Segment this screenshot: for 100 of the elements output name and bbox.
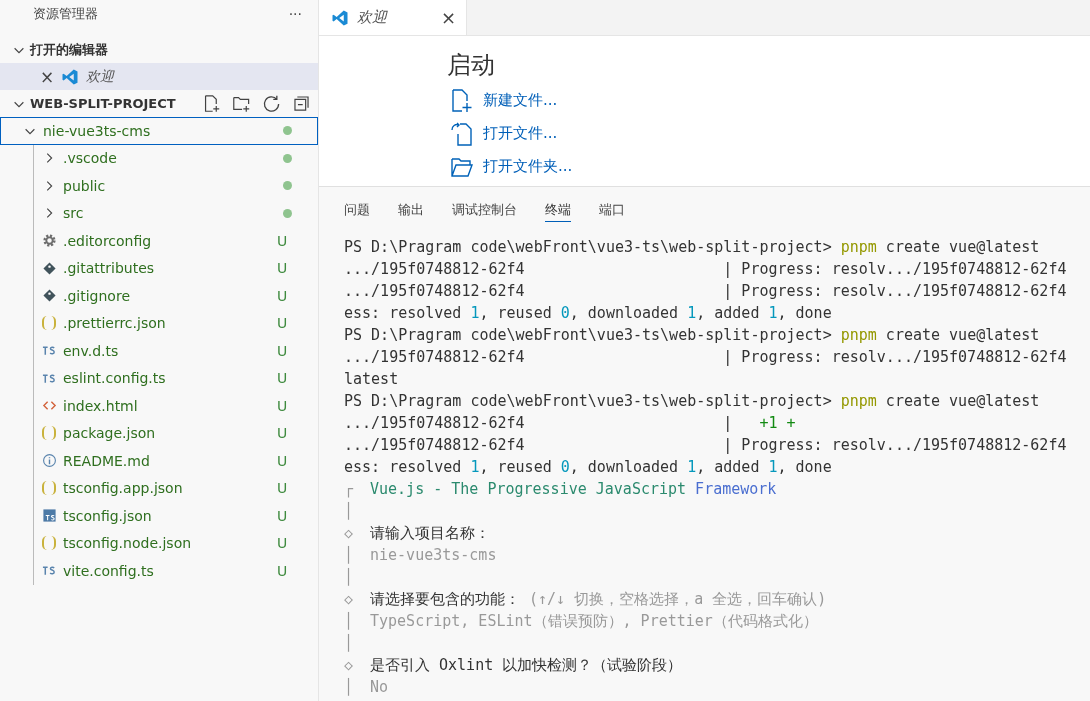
untracked-status: U — [277, 342, 289, 359]
prompt-gutter-mark: ◇ — [344, 655, 355, 676]
terminal-text: 0 — [560, 304, 570, 322]
tree-item[interactable]: src — [34, 199, 318, 227]
open-editor-item[interactable]: × 欢迎 — [0, 63, 318, 90]
terminal-text: 请选择要包含的功能： — [370, 590, 521, 608]
terminal-text: , added — [696, 458, 761, 476]
editor-logo-icon — [61, 67, 80, 86]
terminal-text: ess: resolved — [344, 458, 463, 476]
prompt-gutter-mark: │ — [344, 611, 355, 632]
terminal-text: 1 — [470, 304, 480, 322]
tree-item[interactable]: nie-vue3ts-cms — [0, 117, 318, 145]
tree-item[interactable]: .vscode — [34, 144, 318, 172]
untracked-status: U — [277, 370, 289, 387]
terminal-text: .../195f0748812-62f4 | — [344, 414, 734, 432]
panel-tab[interactable]: 问题 — [344, 201, 370, 221]
terminal-text: 1 — [470, 458, 480, 476]
tree-item[interactable]: vite.config.ts U — [34, 557, 318, 585]
tree-item[interactable]: env.d.ts U — [34, 337, 318, 365]
open-file-icon — [451, 121, 473, 146]
refresh-icon[interactable] — [262, 94, 281, 113]
terminal-text: , added — [696, 304, 761, 322]
tree-item[interactable]: tsconfig.node.json U — [34, 529, 318, 557]
start-heading: 启动 — [447, 50, 496, 80]
terminal-text: 1 — [687, 458, 697, 476]
start-link[interactable]: 打开文件夹... — [483, 157, 573, 176]
terminal-text: create vue@latest — [884, 326, 1040, 344]
editor-logo-icon — [331, 8, 349, 27]
terminal-text: , done — [777, 304, 832, 322]
untracked-status: U — [277, 535, 289, 552]
prompt-gutter-mark: ┌ — [344, 479, 355, 500]
info-icon — [41, 453, 57, 469]
new-file-icon[interactable] — [202, 94, 221, 113]
prompt-gutter-mark: │ — [344, 567, 355, 588]
untracked-status: U — [277, 507, 289, 524]
terminal-text: latest — [344, 370, 399, 388]
start-link[interactable]: 新建文件... — [483, 91, 558, 110]
terminal-text: TypeScript, ESLint（错误预防）, Prettier（代码格式化） — [370, 612, 818, 630]
terminal-text: .../195f0748812-62f4 | Progress: resolv.../195f0748812-62f4 — [344, 260, 1067, 278]
terminal-text: Framework — [695, 480, 777, 498]
prompt-gutter-mark: ◇ — [344, 523, 355, 544]
explorer-title: 资源管理器 — [33, 5, 98, 23]
close-icon[interactable]: × — [440, 7, 456, 28]
panel-tab[interactable]: 输出 — [398, 201, 424, 221]
tree-item[interactable]: package.json U — [34, 419, 318, 447]
terminal-text: 是否引入 Oxlint 以加快检测？（试验阶段） — [370, 656, 683, 674]
terminal-text: nie-vue3ts-cms — [370, 546, 497, 564]
panel-tab[interactable]: 调试控制台 — [452, 201, 517, 221]
prompt-gutter-mark: │ — [344, 501, 355, 522]
terminal-text: pnpm — [840, 392, 877, 410]
new-folder-icon[interactable] — [232, 94, 251, 113]
tree-item[interactable]: tsconfig.app.json U — [34, 474, 318, 502]
tree-item[interactable]: tsconfig.json U — [34, 502, 318, 530]
open-editors-header[interactable]: 打开的编辑器 — [0, 36, 318, 63]
panel-tab[interactable]: 终端 — [545, 201, 571, 222]
start-link[interactable]: 打开文件... — [483, 124, 558, 143]
diamond-icon — [41, 260, 57, 276]
terminal-text: (↑/↓ 切换，空格选择，a 全选，回车确认) — [529, 590, 827, 608]
prompt-gutter-mark: │ — [344, 633, 355, 654]
prompt-gutter-mark: ◇ — [344, 589, 355, 610]
terminal-text: .../195f0748812-62f4 | Progress: resolv.../195f0748812-62f4 — [344, 436, 1067, 454]
terminal-text: 1 — [687, 304, 697, 322]
more-actions-button[interactable]: ··· — [288, 6, 302, 22]
untracked-status: U — [277, 315, 289, 332]
collapse-all-icon[interactable] — [292, 94, 311, 113]
tree-item[interactable]: public — [34, 172, 318, 200]
ts-config-icon — [41, 508, 57, 524]
terminal-text: .../195f0748812-62f4 | Progress: resolv.../195f0748812-62f4 — [344, 282, 1067, 300]
terminal-text: , downloaded — [569, 304, 680, 322]
tree-item[interactable]: .gitignore U — [34, 282, 318, 310]
untracked-status: U — [277, 562, 289, 579]
tree-item[interactable]: .gitattributes U — [34, 254, 318, 282]
editor-tab[interactable]: 欢迎 × — [319, 0, 467, 35]
new-file-icon — [451, 88, 473, 113]
terminal-text: pnpm — [840, 238, 877, 256]
diamond-icon — [41, 288, 57, 304]
terminal-text: create vue@latest — [884, 392, 1040, 410]
close-icon[interactable]: × — [40, 66, 55, 87]
terminal-text: No — [370, 678, 389, 696]
untracked-status: U — [277, 260, 289, 277]
tree-item[interactable]: README.md U — [34, 447, 318, 475]
terminal-text: ess: resolved — [344, 304, 463, 322]
terminal-text: , done — [777, 458, 832, 476]
tree-item[interactable]: index.html U — [34, 392, 318, 420]
terminal-text: , reused — [479, 458, 553, 476]
panel-tab[interactable]: 端口 — [599, 201, 625, 221]
terminal-text: .../195f0748812-62f4 | Progress: resolv.../195f0748812-62f4 — [344, 348, 1067, 366]
terminal-text: +1 + — [759, 414, 796, 432]
terminal-text: , reused — [479, 304, 553, 322]
terminal-text: create vue@latest — [884, 238, 1040, 256]
tree-item[interactable]: .prettierrc.json U — [34, 309, 318, 337]
terminal-text: 0 — [560, 458, 570, 476]
tree-item[interactable]: .editorconfig U — [34, 227, 318, 255]
untracked-status: U — [277, 480, 289, 497]
project-header[interactable]: WEB-SPLIT-PROJECT — [0, 90, 318, 117]
terminal-text: , downloaded — [569, 458, 680, 476]
project-name: WEB-SPLIT-PROJECT — [30, 96, 177, 111]
terminal-text: PS D:\Pragram code\webFront\vue3-ts\web-split-project> — [344, 326, 833, 344]
terminal-text: Vue.js - The Progressive JavaScript — [370, 480, 688, 498]
tree-item[interactable]: eslint.config.ts U — [34, 364, 318, 392]
